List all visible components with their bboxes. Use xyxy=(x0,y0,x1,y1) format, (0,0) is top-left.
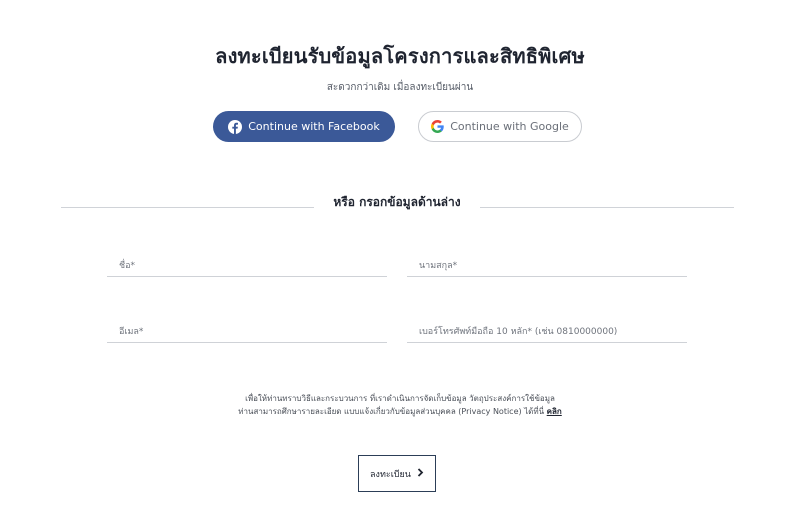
continue-with-google-button[interactable]: Continue with Google xyxy=(418,111,582,142)
continue-with-facebook-button[interactable]: Continue with Facebook xyxy=(213,111,395,142)
email-field-wrapper xyxy=(107,319,387,343)
privacy-notice-link[interactable]: คลิก xyxy=(547,407,562,416)
last-name-input[interactable] xyxy=(407,255,687,277)
social-login-group: Continue with Facebook Continue with Goo… xyxy=(0,111,800,143)
register-button[interactable]: ลงทะเบียน xyxy=(358,455,436,492)
register-button-label: ลงทะเบียน xyxy=(370,469,411,480)
google-icon xyxy=(431,120,444,133)
facebook-button-label: Continue with Facebook xyxy=(248,120,380,133)
first-name-input[interactable] xyxy=(107,255,387,277)
page-subtitle: สะดวกกว่าเดิม เมื่อลงทะเบียนผ่าน xyxy=(326,82,474,93)
divider-line-left xyxy=(61,207,314,208)
phone-input[interactable] xyxy=(407,321,687,343)
or-divider: หรือ กรอกข้อมูลด้านล่าง xyxy=(61,193,734,213)
privacy-notice: เพื่อให้ท่านทราบวิธีและกระบวนการ ที่เราด… xyxy=(0,392,800,418)
divider-label: หรือ กรอกข้อมูลด้านล่าง xyxy=(333,195,461,209)
first-name-field-wrapper xyxy=(107,253,387,277)
page-title: ลงทะเบียนรับข้อมูลโครงการและสิทธิพิเศษ xyxy=(215,44,585,68)
email-input[interactable] xyxy=(107,321,387,343)
google-button-label: Continue with Google xyxy=(450,120,569,133)
last-name-field-wrapper xyxy=(407,253,687,277)
privacy-notice-line-2-wrapper: ท่านสามารถศึกษารายละเอียด แบบแจ้งเกี่ยวก… xyxy=(0,405,800,418)
phone-field-wrapper xyxy=(407,319,687,343)
privacy-notice-line-2: ท่านสามารถศึกษารายละเอียด แบบแจ้งเกี่ยวก… xyxy=(238,407,545,416)
privacy-notice-line-1: เพื่อให้ท่านทราบวิธีและกระบวนการ ที่เราด… xyxy=(245,394,555,403)
divider-line-right xyxy=(480,207,734,208)
facebook-icon xyxy=(228,119,243,134)
chevron-right-icon xyxy=(417,467,424,480)
